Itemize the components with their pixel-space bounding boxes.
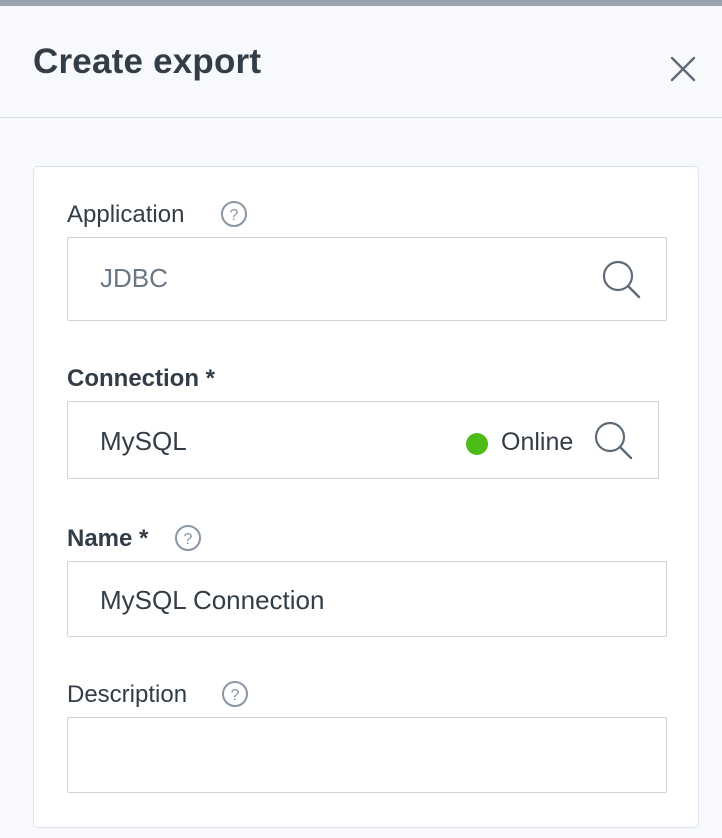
application-search-button[interactable] [600, 258, 644, 302]
description-help-icon[interactable]: ? [221, 680, 249, 708]
application-field[interactable]: JDBC [67, 237, 667, 321]
svg-text:?: ? [184, 531, 193, 548]
search-icon [594, 421, 633, 460]
name-value: MySQL Connection [100, 585, 325, 615]
connection-field[interactable]: MySQL Online [67, 401, 659, 479]
name-input[interactable]: MySQL Connection [67, 561, 667, 637]
connection-search-button[interactable] [592, 419, 636, 463]
connection-label: Connection * [67, 365, 215, 392]
close-button[interactable] [664, 50, 702, 88]
name-help-icon[interactable]: ? [174, 524, 202, 552]
description-label: Description [67, 681, 188, 708]
form-panel: Application ? JDBC Connection * MySQL On… [33, 166, 699, 828]
name-label: Name * [67, 525, 149, 552]
application-value: JDBC [100, 263, 168, 293]
search-icon [602, 260, 641, 299]
connection-value: MySQL [100, 426, 187, 456]
svg-text:?: ? [230, 207, 239, 224]
online-status-dot [466, 433, 488, 455]
dialog-header: Create export [0, 6, 722, 118]
close-icon [670, 56, 696, 82]
connection-status: Online [501, 428, 574, 456]
description-input[interactable] [67, 717, 667, 793]
dialog-title: Create export [33, 42, 262, 81]
svg-text:?: ? [231, 687, 240, 704]
application-help-icon[interactable]: ? [220, 200, 248, 228]
application-label: Application [67, 201, 185, 228]
